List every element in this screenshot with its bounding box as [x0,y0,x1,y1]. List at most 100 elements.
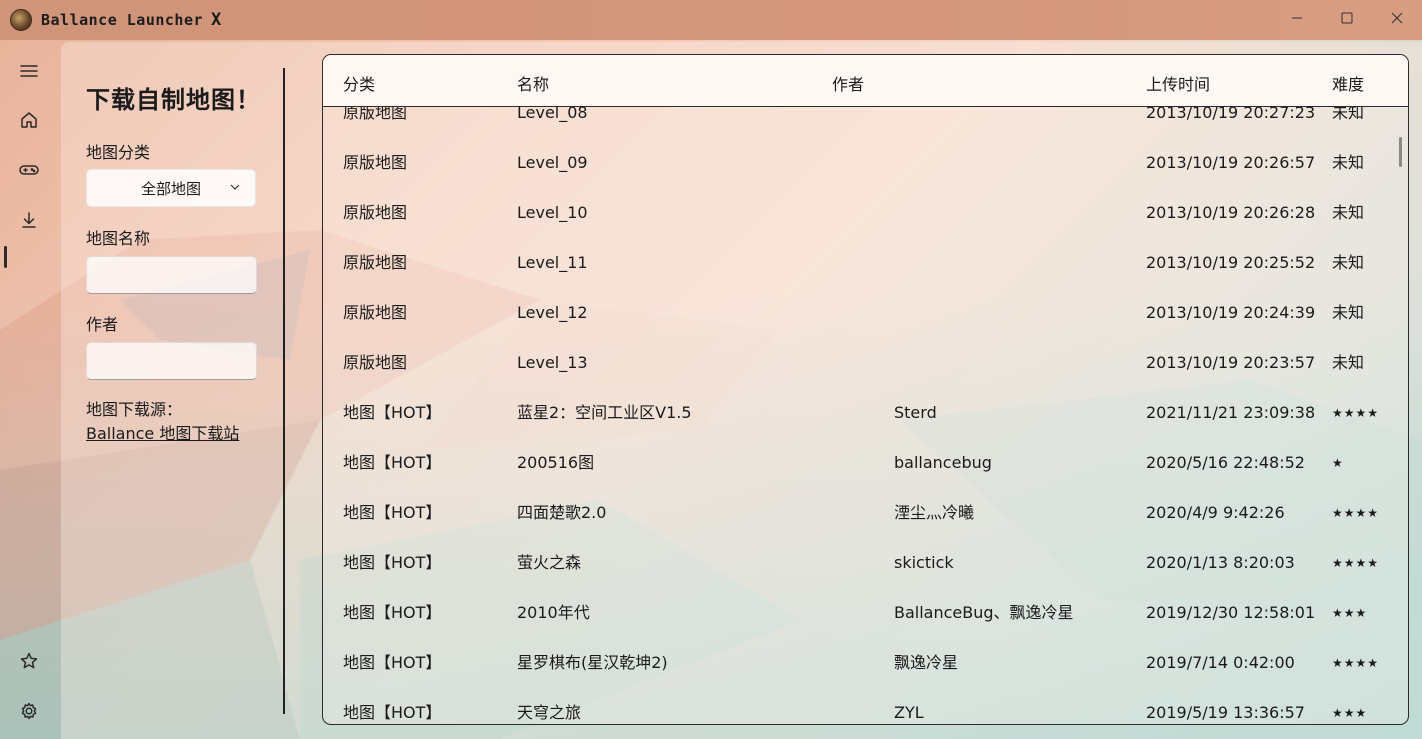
cell-time: 2013/10/19 20:26:28 [1146,203,1316,222]
table-row[interactable]: 原版地图 Level_10 2013/10/19 20:26:28 未知 [323,203,1408,253]
cell-name: 200516图 [517,453,595,472]
nav-item-home[interactable] [14,105,44,135]
cell-time: 2013/10/19 20:25:52 [1146,253,1316,272]
cell-category: 地图【HOT】 [343,503,442,522]
table-row[interactable]: 地图【HOT】 天穹之旅 ZYL 2019/5/19 13:36:57 ★★★ [323,703,1408,724]
column-header-name[interactable]: 名称 [517,71,549,95]
category-select[interactable]: 全部地图 [86,169,256,207]
cell-time: 2019/12/30 12:58:01 [1146,603,1316,622]
map-name-label: 地图名称 [86,229,151,248]
close-icon [1391,12,1403,24]
download-icon [22,212,36,228]
cell-author: 湮尘灬冷曦 [894,503,975,522]
cell-category: 地图【HOT】 [343,453,442,472]
cell-difficulty: 未知 [1332,253,1365,272]
cell-time: 2013/10/19 20:27:23 [1146,107,1316,122]
cell-author: ballancebug [894,453,992,472]
cell-name: 2010年代 [517,603,590,622]
cell-time: 2019/5/19 13:36:57 [1146,703,1305,722]
table-row[interactable]: 地图【HOT】 星罗棋布(星汉乾坤2) 飘逸冷星 2019/7/14 0:42:00 ★… [323,653,1408,703]
gamepad-icon [19,165,39,175]
chevron-down-icon [230,184,240,190]
source-label: 地图下载源： [86,400,183,419]
cell-time: 2019/7/14 0:42:00 [1146,653,1295,672]
nav-item-favorites[interactable] [14,646,44,676]
table-row[interactable]: 原版地图 Level_08 2013/10/19 20:27:23 未知 [323,107,1408,153]
nav-rail [0,40,58,739]
table-row[interactable]: 原版地图 Level_11 2013/10/19 20:25:52 未知 [323,253,1408,303]
cell-difficulty: 未知 [1332,153,1365,172]
cell-name: 蓝星2：空间工业区V1.5 [517,403,692,422]
cell-category: 地图【HOT】 [343,703,442,722]
cell-name: 四面楚歌2.0 [517,503,607,522]
cell-author: BallanceBug、飘逸冷星 [894,603,1074,622]
cell-name: Level_11 [517,253,588,272]
cell-name: 天穹之旅 [517,703,582,722]
cell-difficulty: ★ [1332,456,1344,470]
maximize-button[interactable] [1322,0,1372,36]
minimize-icon [1292,17,1302,19]
nav-item-games[interactable] [14,155,44,185]
app-logo-icon [10,9,32,31]
app-title: Ballance Launcher [41,11,204,29]
gear-icon [21,702,37,720]
page-title: 下载自制地图！ [86,86,261,114]
table-row[interactable]: 地图【HOT】 萤火之森 skictick 2020/1/13 8:20:03 ★★★★ [323,553,1408,603]
cell-time: 2020/1/13 8:20:03 [1146,553,1295,572]
cell-difficulty: ★★★★ [1332,656,1380,670]
cell-difficulty: 未知 [1332,107,1365,122]
title-bar: Ballance Launcher X [0,0,1422,40]
cell-difficulty: 未知 [1332,353,1365,372]
table-row[interactable]: 地图【HOT】 200516图 ballancebug 2020/5/16 22:48… [323,453,1408,503]
close-button[interactable] [1372,0,1422,36]
cell-category: 地图【HOT】 [343,403,442,422]
cell-name: Level_12 [517,303,588,322]
table-row[interactable]: 原版地图 Level_09 2013/10/19 20:26:57 未知 [323,153,1408,203]
cell-category: 地图【HOT】 [343,653,442,672]
column-header-upload-time[interactable]: 上传时间 [1146,71,1210,95]
nav-selected-indicator [4,246,7,268]
cell-author: skictick [894,553,954,572]
category-label: 地图分类 [86,143,151,162]
table-scrollbar[interactable] [1399,137,1402,167]
column-header-category[interactable]: 分类 [343,71,375,95]
nav-item-settings[interactable] [14,696,44,726]
cell-name: Level_10 [517,203,588,222]
cell-category: 原版地图 [343,203,408,222]
table-row[interactable]: 原版地图 Level_12 2013/10/19 20:24:39 未知 [323,303,1408,353]
cell-author: ZYL [894,703,924,722]
column-header-author[interactable]: 作者 [832,71,864,95]
cell-name: Level_09 [517,153,588,172]
source-link[interactable]: Ballance 地图下载站 [86,420,239,444]
maximize-icon [1341,12,1353,24]
panel-divider [283,68,285,714]
cell-difficulty: ★★★ [1332,606,1368,620]
cell-author: Sterd [894,403,937,422]
table-row[interactable]: 原版地图 Level_13 2013/10/19 20:23:57 未知 [323,353,1408,403]
cell-time: 2020/5/16 22:48:52 [1146,453,1305,472]
category-select-value: 全部地图 [140,179,201,198]
cell-time: 2013/10/19 20:24:39 [1146,303,1316,322]
map-name-input[interactable] [86,256,257,294]
nav-item-download[interactable] [14,205,44,235]
cell-time: 2013/10/19 20:26:57 [1146,153,1316,172]
table-header: 分类 名称 作者 上传时间 难度 [323,55,1408,107]
cell-category: 原版地图 [343,107,408,122]
cell-difficulty: 未知 [1332,203,1365,222]
column-header-difficulty[interactable]: 难度 [1332,71,1364,95]
table-row[interactable]: 地图【HOT】 四面楚歌2.0 湮尘灬冷曦 2020/4/9 9:42:26 ★★★★ [323,503,1408,553]
cell-time: 2020/4/9 9:42:26 [1146,503,1285,522]
cell-category: 原版地图 [343,153,408,172]
cell-name: Level_08 [517,107,588,122]
minimize-button[interactable] [1272,0,1322,36]
cell-category: 原版地图 [343,253,408,272]
cell-category: 原版地图 [343,303,408,322]
cell-name: Level_13 [517,353,588,372]
cell-time: 2013/10/19 20:23:57 [1146,353,1316,372]
author-input[interactable] [86,342,257,380]
cell-difficulty: ★★★★ [1332,406,1380,420]
cell-category: 地图【HOT】 [343,553,442,572]
table-row[interactable]: 地图【HOT】 2010年代 BallanceBug、飘逸冷星 2019/12/30 … [323,603,1408,653]
menu-toggle-button[interactable] [14,56,44,86]
table-row[interactable]: 地图【HOT】 蓝星2：空间工业区V1.5 Sterd 2021/11/21 23:0… [323,403,1408,453]
